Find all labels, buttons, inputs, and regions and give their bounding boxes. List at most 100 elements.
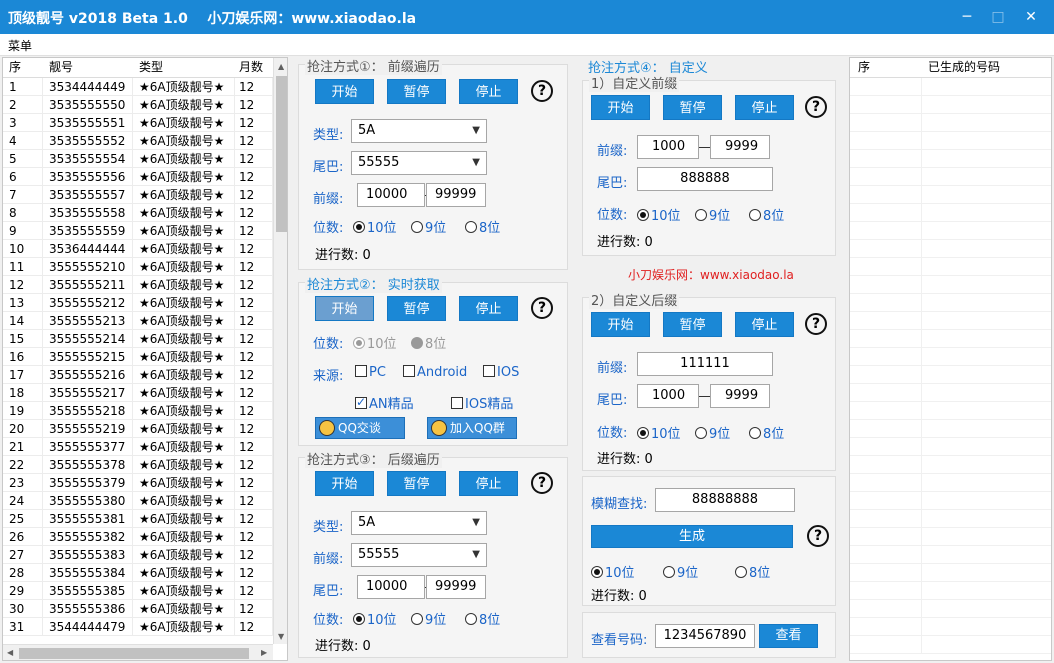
method1-tail-select[interactable]: 55555 ▼ bbox=[351, 151, 487, 175]
source-iosjp-checkbox[interactable]: IOS精品 bbox=[451, 393, 513, 412]
table-row[interactable]: 6 3535555556 ★6A顶级靓号★ 12 bbox=[3, 168, 273, 186]
fuzzy-radio-8[interactable]: 8位 bbox=[735, 562, 770, 581]
method4a-stop-button[interactable]: 停止 bbox=[735, 95, 794, 120]
scroll-right-icon[interactable]: ▶ bbox=[261, 648, 267, 657]
method4b-radio-8[interactable]: 8位 bbox=[749, 423, 784, 442]
table-row[interactable]: 4 3535555552 ★6A顶级靓号★ 12 bbox=[3, 132, 273, 150]
method1-type-select[interactable]: 5A ▼ bbox=[351, 119, 487, 143]
table-row[interactable]: 11 3555555210 ★6A顶级靓号★ 12 bbox=[3, 258, 273, 276]
source-ios-checkbox[interactable]: IOS bbox=[483, 365, 519, 380]
close-button[interactable]: ✕ bbox=[1016, 4, 1046, 30]
hscroll-thumb[interactable] bbox=[19, 648, 249, 659]
vertical-scrollbar[interactable]: ▲ ▼ bbox=[273, 58, 287, 644]
table-row[interactable]: 10 3536444444 ★6A顶级靓号★ 12 bbox=[3, 240, 273, 258]
method4a-tail-input[interactable]: 888888 bbox=[637, 167, 773, 191]
table-row[interactable]: 2 3535555550 ★6A顶级靓号★ 12 bbox=[3, 96, 273, 114]
qq-chat-button[interactable]: QQ交谈 bbox=[315, 417, 405, 439]
fuzzy-radio-9[interactable]: 9位 bbox=[663, 562, 698, 581]
table-row[interactable]: 15 3555555214 ★6A顶级靓号★ 12 bbox=[3, 330, 273, 348]
table-row[interactable]: 20 3555555219 ★6A顶级靓号★ 12 bbox=[3, 420, 273, 438]
method4a-radio-9[interactable]: 9位 bbox=[695, 205, 730, 224]
scroll-thumb[interactable] bbox=[276, 76, 287, 232]
maximize-button[interactable]: □ bbox=[983, 4, 1013, 30]
method2-radio-10[interactable]: 10位 bbox=[353, 333, 397, 352]
method4b-start-button[interactable]: 开始 bbox=[591, 312, 650, 337]
method4a-start-button[interactable]: 开始 bbox=[591, 95, 650, 120]
method4b-radio-10[interactable]: 10位 bbox=[637, 423, 681, 442]
method3-pause-button[interactable]: 暂停 bbox=[387, 471, 446, 496]
join-qq-group-button[interactable]: 加入QQ群 bbox=[427, 417, 517, 439]
table-row[interactable]: 17 3555555216 ★6A顶级靓号★ 12 bbox=[3, 366, 273, 384]
method3-start-button[interactable]: 开始 bbox=[315, 471, 374, 496]
column-header-months[interactable]: 月数 bbox=[235, 58, 273, 76]
method3-help-icon[interactable]: ? bbox=[531, 472, 553, 494]
method4a-radio-8[interactable]: 8位 bbox=[749, 205, 784, 224]
method1-start-button[interactable]: 开始 bbox=[315, 79, 374, 104]
table-row[interactable]: 1 3534444449 ★6A顶级靓号★ 12 bbox=[3, 78, 273, 96]
method3-tail-from-input[interactable]: 10000 bbox=[357, 575, 425, 599]
table-row[interactable]: 12 3555555211 ★6A顶级靓号★ 12 bbox=[3, 276, 273, 294]
lookup-button[interactable]: 查看 bbox=[759, 624, 818, 648]
table-row[interactable]: 30 3555555386 ★6A顶级靓号★ 12 bbox=[3, 600, 273, 618]
source-android-checkbox[interactable]: Android bbox=[403, 365, 467, 380]
method1-prefix-from-input[interactable]: 10000 bbox=[357, 183, 425, 207]
method4b-stop-button[interactable]: 停止 bbox=[735, 312, 794, 337]
column-header-index[interactable]: 序 bbox=[854, 58, 914, 76]
method4a-pause-button[interactable]: 暂停 bbox=[663, 95, 722, 120]
table-row[interactable]: 24 3555555380 ★6A顶级靓号★ 12 bbox=[3, 492, 273, 510]
method4a-help-icon[interactable]: ? bbox=[805, 96, 827, 118]
method4b-help-icon[interactable]: ? bbox=[805, 313, 827, 335]
method1-pause-button[interactable]: 暂停 bbox=[387, 79, 446, 104]
method1-radio-10[interactable]: 10位 bbox=[353, 217, 397, 236]
method1-radio-9[interactable]: 9位 bbox=[411, 217, 446, 236]
column-header-index[interactable]: 序 bbox=[5, 58, 43, 76]
table-row[interactable]: 21 3555555377 ★6A顶级靓号★ 12 bbox=[3, 438, 273, 456]
method3-type-select[interactable]: 5A ▼ bbox=[351, 511, 487, 535]
method1-help-icon[interactable]: ? bbox=[531, 80, 553, 102]
method4b-radio-9[interactable]: 9位 bbox=[695, 423, 730, 442]
table-row[interactable]: 26 3555555382 ★6A顶级靓号★ 12 bbox=[3, 528, 273, 546]
method4a-prefix-from-input[interactable]: 1000 bbox=[637, 135, 699, 159]
table-row[interactable]: 14 3555555213 ★6A顶级靓号★ 12 bbox=[3, 312, 273, 330]
method4b-prefix-input[interactable]: 111111 bbox=[637, 352, 773, 376]
method3-prefix-select[interactable]: 55555 ▼ bbox=[351, 543, 487, 567]
table-row[interactable]: 8 3535555558 ★6A顶级靓号★ 12 bbox=[3, 204, 273, 222]
method2-pause-button[interactable]: 暂停 bbox=[387, 296, 446, 321]
site-link[interactable]: 小刀娱乐网：www.xiaodao.la bbox=[628, 266, 794, 283]
fuzzy-radio-10[interactable]: 10位 bbox=[591, 562, 635, 581]
method1-prefix-to-input[interactable]: 99999 bbox=[426, 183, 486, 207]
method4b-tail-to-input[interactable]: 9999 bbox=[710, 384, 770, 408]
method3-radio-9[interactable]: 9位 bbox=[411, 609, 446, 628]
minimize-button[interactable]: ─ bbox=[952, 4, 982, 30]
table-row[interactable]: 29 3555555385 ★6A顶级靓号★ 12 bbox=[3, 582, 273, 600]
method2-start-button[interactable]: 开始 bbox=[315, 296, 374, 321]
table-row[interactable]: 18 3555555217 ★6A顶级靓号★ 12 bbox=[3, 384, 273, 402]
source-pc-checkbox[interactable]: PC bbox=[355, 365, 386, 380]
table-row[interactable]: 22 3555555378 ★6A顶级靓号★ 12 bbox=[3, 456, 273, 474]
number-list[interactable]: 序 靓号 类型 月数 1 3534444449 ★6A顶级靓号★ 12 2 3535555… bbox=[2, 57, 288, 661]
table-row[interactable]: 31 3544444479 ★6A顶级靓号★ 12 bbox=[3, 618, 273, 636]
method4b-pause-button[interactable]: 暂停 bbox=[663, 312, 722, 337]
table-row[interactable]: 25 3555555381 ★6A顶级靓号★ 12 bbox=[3, 510, 273, 528]
scroll-up-icon[interactable]: ▲ bbox=[278, 62, 284, 71]
column-header-generated[interactable]: 已生成的号码 bbox=[924, 58, 1044, 76]
table-row[interactable]: 19 3555555218 ★6A顶级靓号★ 12 bbox=[3, 402, 273, 420]
table-row[interactable]: 28 3555555384 ★6A顶级靓号★ 12 bbox=[3, 564, 273, 582]
table-row[interactable]: 9 3535555559 ★6A顶级靓号★ 12 bbox=[3, 222, 273, 240]
table-row[interactable]: 16 3555555215 ★6A顶级靓号★ 12 bbox=[3, 348, 273, 366]
fuzzy-help-icon[interactable]: ? bbox=[807, 525, 829, 547]
menu-item[interactable]: 菜单 bbox=[8, 37, 32, 54]
method3-stop-button[interactable]: 停止 bbox=[459, 471, 518, 496]
column-header-type[interactable]: 类型 bbox=[135, 58, 235, 76]
table-row[interactable]: 23 3555555379 ★6A顶级靓号★ 12 bbox=[3, 474, 273, 492]
table-row[interactable]: 27 3555555383 ★6A顶级靓号★ 12 bbox=[3, 546, 273, 564]
table-row[interactable]: 7 3535555557 ★6A顶级靓号★ 12 bbox=[3, 186, 273, 204]
method2-radio-8[interactable]: 8位 bbox=[411, 333, 446, 352]
column-header-number[interactable]: 靓号 bbox=[45, 58, 133, 76]
scroll-left-icon[interactable]: ◀ bbox=[7, 648, 13, 657]
method2-stop-button[interactable]: 停止 bbox=[459, 296, 518, 321]
method1-stop-button[interactable]: 停止 bbox=[459, 79, 518, 104]
horizontal-scrollbar[interactable]: ◀ ▶ bbox=[3, 644, 273, 660]
method4b-tail-from-input[interactable]: 1000 bbox=[637, 384, 699, 408]
method4a-prefix-to-input[interactable]: 9999 bbox=[710, 135, 770, 159]
